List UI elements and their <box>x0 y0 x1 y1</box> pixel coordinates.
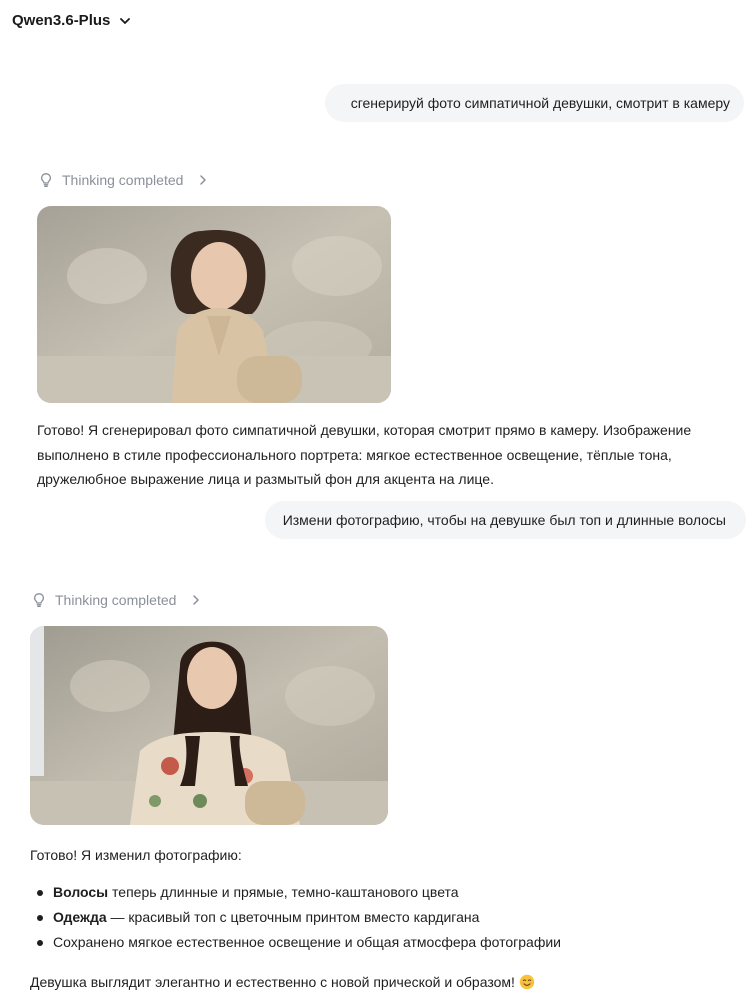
list-item: Одежда — красивый топ с цветочным принто… <box>36 905 561 930</box>
closing-text: Девушка выглядит элегантно и естественно… <box>30 974 515 990</box>
woman-in-beige-cardigan-photo[interactable] <box>37 206 391 403</box>
assistant-bullet-list: Волосы теперь длинные и прямые, темно-ка… <box>36 880 561 955</box>
woman-in-floral-top-photo[interactable] <box>30 626 388 825</box>
list-item: Сохранено мягкое естественное освещение … <box>36 930 561 955</box>
assistant-message-intro: Готово! Я изменил фотографию: <box>30 847 242 863</box>
chevron-right-icon <box>193 595 200 605</box>
lightbulb-icon <box>33 593 45 608</box>
list-item-text: Сохранено мягкое естественное освещение … <box>53 934 561 950</box>
user-message-text: сгенерируй фото симпатичной девушки, смо… <box>350 95 730 111</box>
thinking-label: Thinking completed <box>62 172 184 188</box>
assistant-message-text: Готово! Я сгенерировал фото симпатичной … <box>37 422 692 487</box>
list-item-text: теперь длинные и прямые, темно-каштаново… <box>108 884 459 900</box>
list-item-text: — красивый топ с цветочным принтом вмест… <box>106 909 480 925</box>
assistant-message-closing: Девушка выглядит элегантно и естественно… <box>30 970 730 995</box>
model-selector[interactable]: Qwen3.6-Plus <box>12 12 132 29</box>
list-item-bold: Одежда <box>53 909 107 925</box>
list-item-bold: Волосы <box>53 884 109 900</box>
thinking-toggle[interactable]: Thinking completed <box>38 172 209 188</box>
chevron-down-icon <box>120 17 131 24</box>
chevron-right-icon <box>200 175 207 185</box>
user-message: Измени фотографию, чтобы на девушке был … <box>264 501 746 539</box>
lightbulb-icon <box>40 173 52 188</box>
thinking-label: Thinking completed <box>55 592 177 608</box>
chat-page: Qwen3.6-Plus сгенерируй фото симпатичной… <box>0 0 753 1000</box>
thinking-toggle[interactable]: Thinking completed <box>31 592 202 608</box>
user-message: сгенерируй фото симпатичной девушки, смо… <box>324 84 744 122</box>
list-item: Волосы теперь длинные и прямые, темно-ка… <box>36 880 561 905</box>
model-name: Qwen3.6-Plus <box>12 12 111 29</box>
smiling-face-emoji <box>519 975 535 990</box>
user-message-text: Измени фотографию, чтобы на девушке был … <box>282 512 726 528</box>
